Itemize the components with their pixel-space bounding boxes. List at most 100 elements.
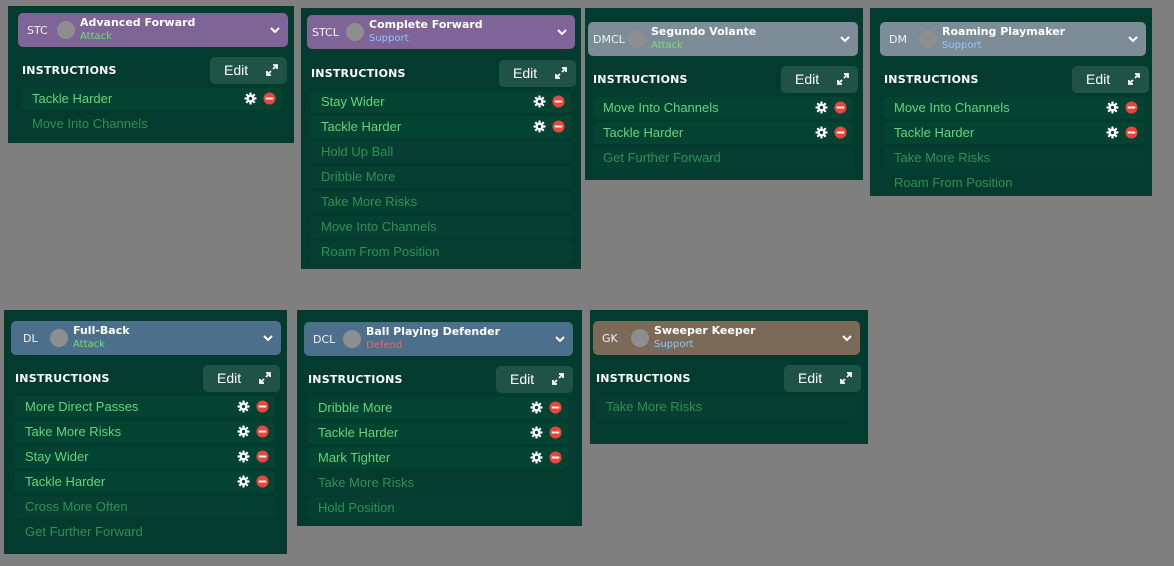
position-code: GK [602, 332, 618, 345]
role-panel-gk: GK Sweeper Keeper Support INSTRUCTIONS E… [590, 310, 868, 444]
remove-icon[interactable] [834, 126, 847, 139]
gear-icon[interactable] [1106, 101, 1119, 114]
instruction-row[interactable]: Take More Risks [311, 191, 571, 213]
chevron-down-icon [842, 335, 852, 342]
player-avatar [50, 329, 68, 347]
role-selector-dropdown[interactable]: DM Roaming Playmaker Support [880, 22, 1146, 56]
gear-icon[interactable] [1106, 126, 1119, 139]
role-duty: Attack [651, 40, 683, 51]
edit-button[interactable]: Edit [781, 66, 858, 93]
instruction-row[interactable]: Tackle Harder [884, 122, 1144, 144]
instructions-heading: INSTRUCTIONS [15, 372, 110, 385]
instruction-row[interactable]: Tackle Harder [308, 422, 568, 444]
instruction-row[interactable]: More Direct Passes [15, 396, 275, 418]
chevron-down-icon [270, 27, 280, 34]
instruction-row[interactable]: Roam From Position [311, 241, 571, 263]
chevron-down-icon [840, 36, 850, 43]
instruction-row[interactable]: Roam From Position [884, 172, 1144, 194]
gear-icon[interactable] [815, 126, 828, 139]
remove-icon[interactable] [256, 425, 269, 438]
chevron-down-icon [557, 29, 567, 36]
gear-icon[interactable] [237, 475, 250, 488]
player-avatar [343, 330, 361, 348]
remove-icon[interactable] [834, 101, 847, 114]
player-avatar [346, 23, 364, 41]
edit-button[interactable]: Edit [1072, 66, 1149, 93]
player-avatar [628, 30, 646, 48]
remove-icon[interactable] [552, 120, 565, 133]
position-code: STC [27, 24, 48, 37]
remove-icon[interactable] [549, 426, 562, 439]
role-selector-dropdown[interactable]: STC Advanced Forward Attack [18, 13, 288, 47]
instruction-row[interactable]: Stay Wider [311, 91, 571, 113]
gear-icon[interactable] [533, 95, 546, 108]
role-selector-dropdown[interactable]: DL Full-Back Attack [11, 321, 281, 355]
instruction-row[interactable]: Move Into Channels [593, 97, 853, 119]
expand-icon [555, 67, 567, 79]
role-panel-stcl: STCL Complete Forward Support INSTRUCTIO… [301, 8, 581, 269]
remove-icon[interactable] [256, 400, 269, 413]
remove-icon[interactable] [263, 92, 276, 105]
instruction-row[interactable]: Mark Tighter [308, 447, 568, 469]
gear-icon[interactable] [533, 120, 546, 133]
remove-icon[interactable] [1125, 126, 1138, 139]
instruction-row[interactable]: Get Further Forward [593, 147, 853, 169]
gear-icon[interactable] [530, 401, 543, 414]
instructions-heading: INSTRUCTIONS [593, 73, 688, 86]
instruction-row[interactable]: Hold Up Ball [311, 141, 571, 163]
role-selector-dropdown[interactable]: DCL Ball Playing Defender Defend [304, 322, 573, 356]
instruction-row[interactable]: Move Into Channels [884, 97, 1144, 119]
role-panel-dcl: DCL Ball Playing Defender Defend INSTRUC… [297, 310, 582, 526]
role-duty: Support [942, 40, 982, 51]
instruction-row[interactable]: Cross More Often [15, 496, 275, 518]
instruction-row[interactable]: Tackle Harder [311, 116, 571, 138]
role-selector-dropdown[interactable]: GK Sweeper Keeper Support [593, 321, 860, 355]
role-duty: Attack [73, 339, 105, 350]
role-selector-dropdown[interactable]: STCL Complete Forward Support [307, 15, 575, 49]
remove-icon[interactable] [549, 451, 562, 464]
gear-icon[interactable] [237, 400, 250, 413]
role-selector-dropdown[interactable]: DMCL Segundo Volante Attack [588, 22, 858, 56]
instruction-row[interactable]: Dribble More [308, 397, 568, 419]
role-duty: Attack [80, 31, 112, 42]
gear-icon[interactable] [244, 92, 257, 105]
instruction-row[interactable]: Move Into Channels [22, 113, 282, 135]
instruction-row[interactable]: Take More Risks [596, 396, 856, 418]
remove-icon[interactable] [256, 450, 269, 463]
gear-icon[interactable] [530, 451, 543, 464]
remove-icon[interactable] [1125, 101, 1138, 114]
instruction-row[interactable]: Tackle Harder [22, 88, 282, 110]
role-panel-dm: DM Roaming Playmaker Support INSTRUCTION… [870, 8, 1152, 196]
instruction-row[interactable]: Stay Wider [15, 446, 275, 468]
edit-button[interactable]: Edit [210, 57, 287, 84]
expand-icon [552, 373, 564, 385]
instruction-row[interactable]: Move Into Channels [311, 216, 571, 238]
instruction-row[interactable]: Take More Risks [15, 421, 275, 443]
instructions-heading: INSTRUCTIONS [884, 73, 979, 86]
remove-icon[interactable] [256, 475, 269, 488]
position-code: DMCL [593, 33, 625, 46]
instruction-row[interactable]: Tackle Harder [593, 122, 853, 144]
edit-button[interactable]: Edit [496, 366, 573, 393]
instruction-row[interactable]: Dribble More [311, 166, 571, 188]
role-name: Complete Forward [369, 18, 483, 31]
gear-icon[interactable] [815, 101, 828, 114]
instruction-row[interactable]: Take More Risks [884, 147, 1144, 169]
edit-button[interactable]: Edit [784, 365, 861, 392]
instructions-heading: INSTRUCTIONS [311, 67, 406, 80]
remove-icon[interactable] [552, 95, 565, 108]
instruction-row[interactable]: Get Further Forward [15, 521, 275, 543]
role-name: Ball Playing Defender [366, 325, 500, 338]
instruction-row[interactable]: Tackle Harder [15, 471, 275, 493]
edit-button[interactable]: Edit [499, 60, 576, 87]
instruction-row[interactable]: Take More Risks [308, 472, 568, 494]
gear-icon[interactable] [237, 450, 250, 463]
gear-icon[interactable] [530, 426, 543, 439]
instruction-row[interactable]: Hold Position [308, 497, 568, 519]
chevron-down-icon [555, 336, 565, 343]
edit-button[interactable]: Edit [203, 365, 280, 392]
role-name: Segundo Volante [651, 25, 757, 38]
role-name: Sweeper Keeper [654, 324, 756, 337]
gear-icon[interactable] [237, 425, 250, 438]
remove-icon[interactable] [549, 401, 562, 414]
